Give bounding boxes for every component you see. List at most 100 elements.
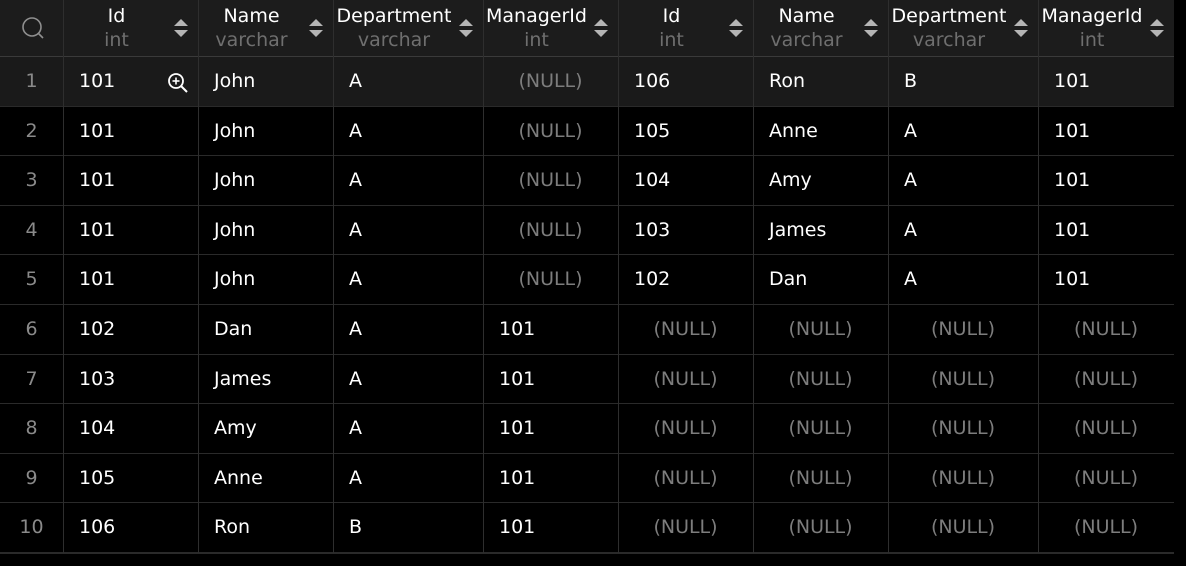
table-cell[interactable]: (NULL): [483, 156, 618, 205]
table-cell[interactable]: Ron: [753, 57, 888, 106]
column-header[interactable]: Name varchar: [753, 0, 888, 56]
table-cell[interactable]: (NULL): [618, 503, 753, 552]
row-number[interactable]: 9: [0, 454, 63, 503]
column-header[interactable]: Id int: [63, 0, 198, 56]
table-cell[interactable]: 102: [618, 255, 753, 304]
table-cell[interactable]: A: [333, 57, 483, 106]
table-cell[interactable]: 101: [1038, 255, 1174, 304]
table-cell[interactable]: John: [198, 255, 333, 304]
table-cell[interactable]: 101: [1038, 57, 1174, 106]
table-cell[interactable]: 102: [63, 305, 198, 354]
table-cell[interactable]: A: [888, 156, 1038, 205]
table-cell[interactable]: A: [888, 255, 1038, 304]
row-number[interactable]: 3: [0, 156, 63, 205]
table-cell[interactable]: 106: [618, 57, 753, 106]
column-header[interactable]: Id int: [618, 0, 753, 56]
table-row[interactable]: 4 101 John A (NULL) 103 James A 101: [0, 206, 1174, 256]
table-row[interactable]: 5 101 John A (NULL) 102 Dan A 101: [0, 255, 1174, 305]
sort-arrows-icon[interactable]: [457, 17, 475, 39]
row-number[interactable]: 1: [0, 57, 63, 106]
table-row[interactable]: 2 101 John A (NULL) 105 Anne A 101: [0, 107, 1174, 157]
table-cell[interactable]: 101: [483, 355, 618, 404]
row-number[interactable]: 5: [0, 255, 63, 304]
table-cell[interactable]: 101: [1038, 156, 1174, 205]
row-number[interactable]: 2: [0, 107, 63, 156]
table-cell[interactable]: 101: [483, 503, 618, 552]
table-cell[interactable]: (NULL): [1038, 454, 1174, 503]
table-cell[interactable]: (NULL): [618, 454, 753, 503]
row-number[interactable]: 8: [0, 404, 63, 453]
zoom-in-icon[interactable]: [166, 71, 190, 95]
column-header[interactable]: Department varchar: [888, 0, 1038, 56]
table-cell[interactable]: (NULL): [753, 404, 888, 453]
table-cell[interactable]: 104: [63, 404, 198, 453]
table-cell[interactable]: A: [333, 255, 483, 304]
table-cell[interactable]: (NULL): [753, 355, 888, 404]
table-cell[interactable]: (NULL): [888, 454, 1038, 503]
table-cell[interactable]: (NULL): [618, 305, 753, 354]
column-header[interactable]: ManagerId int: [483, 0, 618, 56]
table-cell[interactable]: Anne: [753, 107, 888, 156]
sort-arrows-icon[interactable]: [172, 17, 190, 39]
table-cell[interactable]: Amy: [753, 156, 888, 205]
table-cell[interactable]: John: [198, 57, 333, 106]
table-cell[interactable]: 101: [1038, 107, 1174, 156]
table-cell[interactable]: B: [888, 57, 1038, 106]
table-cell[interactable]: 101: [63, 156, 198, 205]
table-cell[interactable]: 103: [618, 206, 753, 255]
row-number[interactable]: 10: [0, 503, 63, 552]
sort-arrows-icon[interactable]: [307, 17, 325, 39]
table-cell[interactable]: 101: [63, 255, 198, 304]
row-number[interactable]: 6: [0, 305, 63, 354]
table-cell[interactable]: A: [333, 206, 483, 255]
column-header[interactable]: Department varchar: [333, 0, 483, 56]
table-cell[interactable]: (NULL): [753, 454, 888, 503]
table-cell[interactable]: 106: [63, 503, 198, 552]
table-cell[interactable]: (NULL): [483, 57, 618, 106]
table-cell[interactable]: Ron: [198, 503, 333, 552]
table-cell[interactable]: (NULL): [483, 107, 618, 156]
table-cell[interactable]: A: [888, 107, 1038, 156]
table-cell[interactable]: B: [333, 503, 483, 552]
table-row[interactable]: 6 102 Dan A 101 (NULL) (NULL) (NULL) (NULL): [0, 305, 1174, 355]
table-cell[interactable]: A: [333, 355, 483, 404]
table-cell[interactable]: (NULL): [753, 503, 888, 552]
table-cell[interactable]: (NULL): [483, 206, 618, 255]
table-cell[interactable]: A: [333, 404, 483, 453]
table-cell[interactable]: 101: [483, 454, 618, 503]
column-header[interactable]: Name varchar: [198, 0, 333, 56]
table-cell[interactable]: (NULL): [1038, 404, 1174, 453]
table-cell[interactable]: James: [753, 206, 888, 255]
table-cell[interactable]: (NULL): [888, 404, 1038, 453]
table-cell[interactable]: (NULL): [618, 355, 753, 404]
table-row[interactable]: 8 104 Amy A 101 (NULL) (NULL) (NULL) (NULL): [0, 404, 1174, 454]
table-cell[interactable]: A: [333, 305, 483, 354]
table-row[interactable]: 7 103 James A 101 (NULL) (NULL) (NULL) (NULL): [0, 355, 1174, 405]
table-cell[interactable]: (NULL): [888, 305, 1038, 354]
table-cell[interactable]: Dan: [753, 255, 888, 304]
table-cell[interactable]: John: [198, 107, 333, 156]
table-cell[interactable]: Anne: [198, 454, 333, 503]
table-cell[interactable]: (NULL): [618, 404, 753, 453]
table-cell[interactable]: (NULL): [888, 503, 1038, 552]
table-cell[interactable]: (NULL): [1038, 503, 1174, 552]
table-cell[interactable]: 101: [63, 206, 198, 255]
table-cell[interactable]: 105: [618, 107, 753, 156]
sort-arrows-icon[interactable]: [727, 17, 745, 39]
search-icon[interactable]: [20, 15, 46, 41]
table-cell[interactable]: A: [888, 206, 1038, 255]
table-cell[interactable]: Amy: [198, 404, 333, 453]
table-row[interactable]: 10 106 Ron B 101 (NULL) (NULL) (NULL) (NULL): [0, 503, 1174, 553]
table-cell[interactable]: (NULL): [1038, 355, 1174, 404]
table-cell[interactable]: 104: [618, 156, 753, 205]
table-row[interactable]: 3 101 John A (NULL) 104 Amy A 101: [0, 156, 1174, 206]
row-number[interactable]: 7: [0, 355, 63, 404]
column-header[interactable]: ManagerId int: [1038, 0, 1174, 56]
table-cell[interactable]: James: [198, 355, 333, 404]
table-cell[interactable]: A: [333, 454, 483, 503]
table-cell[interactable]: A: [333, 156, 483, 205]
table-cell[interactable]: (NULL): [753, 305, 888, 354]
table-cell[interactable]: Dan: [198, 305, 333, 354]
row-number[interactable]: 4: [0, 206, 63, 255]
table-cell[interactable]: 105: [63, 454, 198, 503]
